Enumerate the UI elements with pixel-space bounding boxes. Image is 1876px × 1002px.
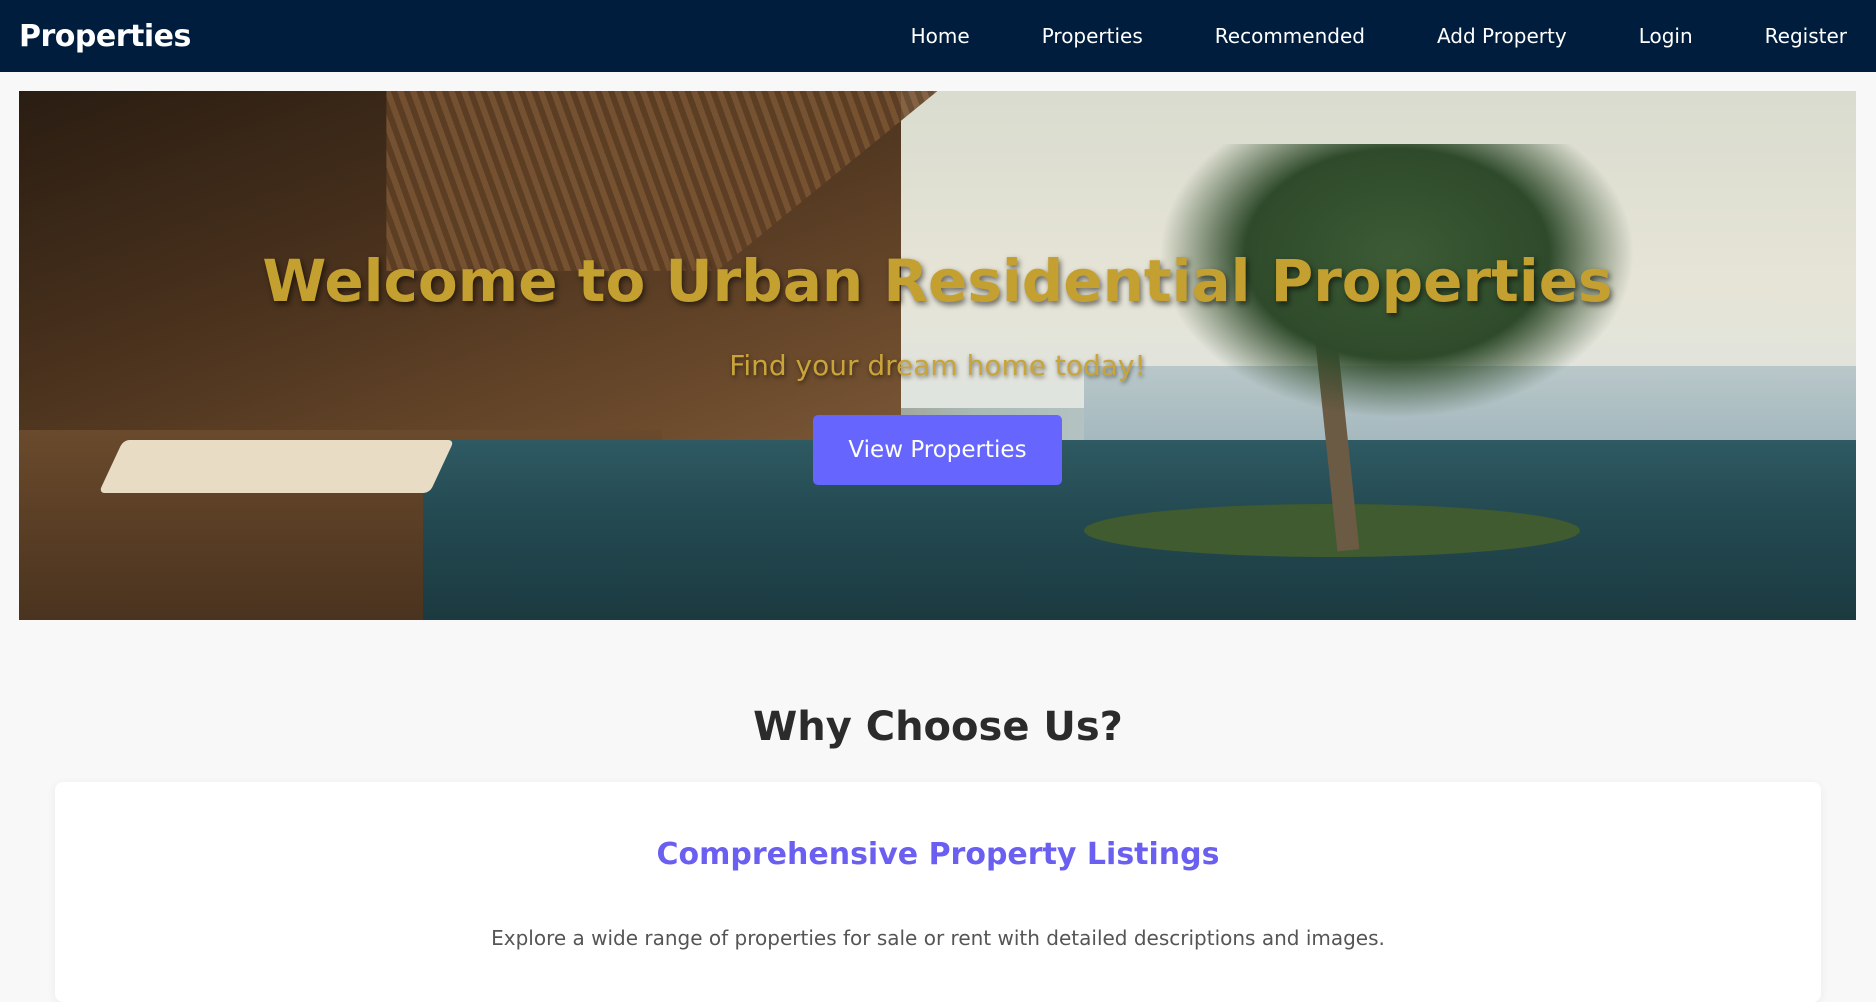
view-properties-button[interactable]: View Properties [813,415,1062,485]
feature-card: Comprehensive Property Listings Explore … [55,782,1821,1002]
hero-content: Welcome to Urban Residential Properties … [19,91,1856,620]
feature-description: Explore a wide range of properties for s… [491,926,1385,950]
why-choose-us-title: Why Choose Us? [753,704,1123,750]
feature-title: Comprehensive Property Listings [656,837,1220,872]
nav-link-home[interactable]: Home [875,24,1006,48]
nav-link-properties[interactable]: Properties [1006,24,1179,48]
top-navbar: Properties Home Properties Recommended A… [0,0,1876,72]
hero-banner: Welcome to Urban Residential Properties … [19,91,1856,620]
hero-title: Welcome to Urban Residential Properties [262,247,1613,315]
nav-link-recommended[interactable]: Recommended [1179,24,1401,48]
nav-links: Home Properties Recommended Add Property… [875,24,1857,48]
nav-link-login[interactable]: Login [1603,24,1729,48]
nav-link-add-property[interactable]: Add Property [1401,24,1603,48]
brand-logo[interactable]: Properties [19,19,191,54]
hero-subtitle: Find your dream home today! [729,349,1146,382]
nav-link-register[interactable]: Register [1729,24,1857,48]
